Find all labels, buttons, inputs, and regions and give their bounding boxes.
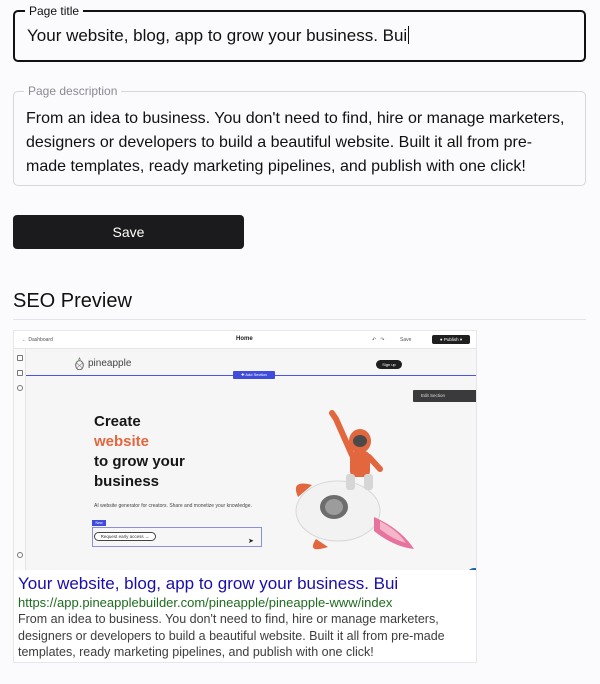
request-access-button: Request early access → — [94, 532, 156, 541]
screenshot-signup-button: Sign up — [376, 360, 402, 369]
save-button[interactable]: Save — [13, 215, 244, 249]
preview-screenshot: ← Dashboard Home ↶↷ Save ● Publish ▾ pin… — [14, 331, 476, 570]
screenshot-publish-button: ● Publish ▾ — [432, 335, 470, 344]
page-description-input[interactable]: From an idea to business. You don't need… — [26, 107, 571, 179]
chat-widget-icon — [466, 568, 476, 570]
new-tag: New — [92, 520, 106, 526]
text-caret — [408, 26, 410, 44]
logo-text: pineapple — [88, 358, 132, 369]
pages-icon — [17, 370, 23, 376]
screenshot-toolbar: ← Dashboard Home ↶↷ Save ● Publish ▾ — [14, 331, 476, 349]
seo-preview-heading: SEO Preview — [13, 290, 132, 312]
page-description-field[interactable]: Page description From an idea to busines… — [13, 84, 586, 186]
hero-line: to grow your — [94, 453, 185, 470]
seo-preview-card: ← Dashboard Home ↶↷ Save ● Publish ▾ pin… — [13, 330, 477, 663]
palette-icon — [17, 385, 23, 391]
screenshot-sidebar — [14, 349, 26, 570]
page-title-input[interactable]: Your website, blog, app to grow your bus… — [27, 26, 410, 46]
layers-icon — [17, 355, 23, 361]
divider — [13, 319, 586, 320]
astronaut-rocket-illustration — [295, 410, 414, 550]
undo-redo-icons: ↶↷ — [372, 337, 389, 343]
screenshot-page-name: Home — [236, 336, 253, 342]
screenshot-back-link: ← Dashboard — [22, 337, 53, 343]
search-result-url: https://app.pineapplebuilder.com/pineapp… — [18, 595, 393, 610]
hero-line: Create — [94, 413, 141, 430]
pineapple-logo: pineapple — [74, 357, 131, 370]
screenshot-save: Save — [400, 337, 412, 343]
search-result-description: From an idea to business. You don't need… — [18, 612, 445, 659]
add-section-tag: ✚ Add Section — [233, 371, 275, 379]
search-result-title: Your website, blog, app to grow your bus… — [18, 574, 399, 593]
pineapple-icon — [75, 357, 84, 370]
hero-line: business — [94, 473, 160, 490]
hero-headline: Create website to grow your business — [94, 412, 185, 492]
screenshot-canvas: pineapple Sign up ✚ Add Section Edit Sec… — [26, 349, 476, 570]
page-title-value: Your website, blog, app to grow your bus… — [27, 26, 408, 45]
page-description-label: Page description — [24, 84, 122, 98]
hero-accent-line: website — [94, 433, 150, 450]
hero-subtext: AI website generator for creators. Share… — [94, 503, 252, 509]
page-title-label: Page title — [25, 4, 84, 18]
page-title-field[interactable]: Page title Your website, blog, app to gr… — [13, 4, 586, 62]
mouse-cursor-icon: ➤ — [248, 538, 254, 545]
help-icon — [17, 552, 23, 558]
